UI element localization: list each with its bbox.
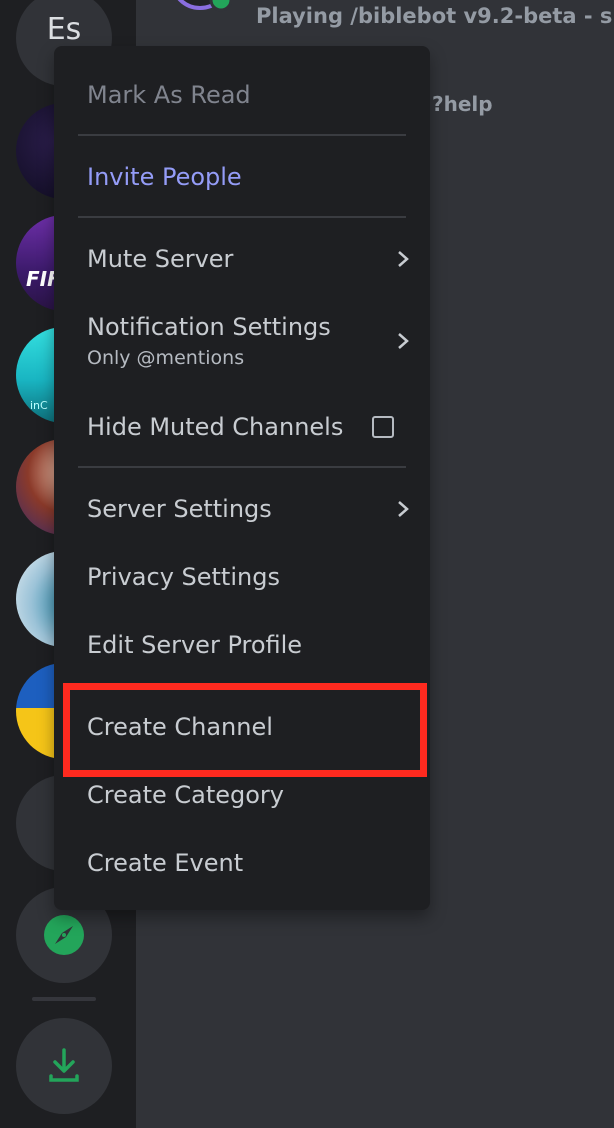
chevron-right-icon xyxy=(398,251,409,267)
menu-item-mute-server[interactable]: Mute Server xyxy=(87,242,410,276)
hide-muted-checkbox[interactable] xyxy=(372,416,394,438)
download-apps-button[interactable] xyxy=(16,1018,112,1114)
menu-item-invite-people[interactable]: Invite People xyxy=(87,160,410,194)
menu-item-label: Edit Server Profile xyxy=(87,631,303,659)
chevron-right-icon xyxy=(398,501,409,517)
menu-item-label: Invite People xyxy=(87,163,242,191)
menu-item-label: Privacy Settings xyxy=(87,563,280,591)
notification-setting-value: Only @mentions xyxy=(87,347,245,369)
menu-item-hide-muted-channels[interactable]: Hide Muted Channels xyxy=(87,410,410,444)
bot-avatar[interactable] xyxy=(168,0,232,28)
help-command-text: ?help xyxy=(432,92,493,116)
menu-item-create-event[interactable]: Create Event xyxy=(87,846,410,880)
menu-item-create-category[interactable]: Create Category xyxy=(87,778,410,812)
menu-item-label: Server Settings xyxy=(87,495,272,523)
menu-separator xyxy=(78,466,406,468)
menu-item-notification-settings[interactable]: Notification Settings Only @mentions xyxy=(87,308,410,374)
menu-item-edit-server-profile[interactable]: Edit Server Profile xyxy=(87,628,410,662)
menu-item-create-channel[interactable]: Create Channel xyxy=(87,710,410,744)
menu-item-label: Create Category xyxy=(87,781,285,809)
menu-item-label: Mark As Read xyxy=(87,81,251,109)
online-status-icon xyxy=(209,0,232,12)
download-icon xyxy=(49,1048,79,1082)
menu-item-label: Create Channel xyxy=(87,713,273,741)
menu-item-label: Hide Muted Channels xyxy=(87,413,344,441)
menu-item-label: Create Event xyxy=(87,849,244,877)
menu-separator xyxy=(78,134,406,136)
menu-item-label: Mute Server xyxy=(87,245,234,273)
menu-item-server-settings[interactable]: Server Settings xyxy=(87,492,410,526)
server-icon-text: inC xyxy=(30,399,48,412)
rail-divider xyxy=(32,997,96,1001)
compass-icon xyxy=(44,915,84,955)
activity-status: Playing /biblebot v9.2-beta - s... xyxy=(256,4,614,28)
menu-item-mark-as-read[interactable]: Mark As Read xyxy=(87,78,410,112)
chevron-right-icon xyxy=(398,333,409,349)
menu-item-label: Notification Settings xyxy=(87,313,331,341)
menu-separator xyxy=(78,216,406,218)
menu-item-privacy-settings[interactable]: Privacy Settings xyxy=(87,560,410,594)
server-context-menu: Mark As Read Invite People Mute Server N… xyxy=(54,46,430,910)
